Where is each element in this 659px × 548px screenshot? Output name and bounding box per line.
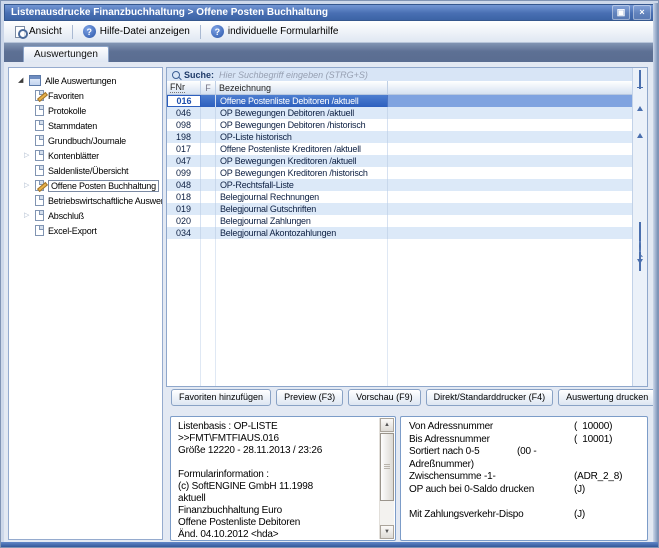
table-row[interactable]: 098 OP Bewegungen Debitoren /historisch — [167, 119, 632, 131]
form-info-panel: Listenbasis : OP-LISTE >>FMT\FMTFIAUS.01… — [170, 416, 396, 541]
parameter-line: Adreßnummer) — [409, 459, 647, 472]
edit-document-icon — [35, 180, 44, 191]
ansicht-button[interactable]: Ansicht — [8, 23, 69, 41]
parameter-line: Sortiert nach 0-5 (00 - — [409, 446, 647, 459]
titlebar: Listenausdrucke Finanzbuchhaltung > Offe… — [4, 4, 655, 21]
document-icon — [35, 150, 44, 161]
tree-item-favoriten[interactable]: Favoriten — [9, 88, 162, 103]
scroll-to-top-icon[interactable] — [637, 87, 643, 107]
hilfe-datei-button[interactable]: Hilfe-Datei anzeigen — [76, 23, 197, 41]
scrollbar-down-button[interactable]: ▼ — [380, 525, 394, 539]
tree-root-alle-auswertungen[interactable]: ◢ Alle Auswertungen — [9, 73, 162, 88]
vorschau-button[interactable]: Vorschau (F9) — [348, 389, 421, 406]
parameter-line: OP auch bei 0-Saldo drucken (J) — [409, 484, 647, 497]
column-header-empty[interactable] — [388, 81, 632, 94]
hilfe-datei-label: Hilfe-Datei anzeigen — [100, 26, 190, 37]
table-row[interactable]: 046 OP Bewegungen Debitoren /aktuell — [167, 107, 632, 119]
tab-strip: Auswertungen — [4, 43, 655, 62]
document-icon — [35, 195, 44, 206]
evaluations-tree-panel: ◢ Alle Auswertungen Favoriten Protokolle… — [8, 67, 163, 540]
search-icon — [172, 71, 180, 79]
column-header-f[interactable]: F — [201, 81, 216, 94]
parameter-line: Bis Adressnummer ( 10001) — [409, 434, 647, 447]
parameter-line: Von Adressnummer ( 10000) — [409, 421, 647, 434]
tree-item-grundbuch-journale[interactable]: Grundbuch/Journale — [9, 133, 162, 148]
table-side-toolbar — [632, 68, 647, 386]
form-info-text: Listenbasis : OP-LISTE >>FMT\FMTFIAUS.01… — [178, 421, 377, 537]
direct-printer-button[interactable]: Direkt/Standarddrucker (F4) — [426, 389, 554, 406]
all-evaluations-icon — [29, 75, 41, 86]
document-icon — [35, 165, 44, 176]
window-bottom-edge — [1, 542, 658, 547]
parameter-line: Mit Zahlungsverkehr-Dispo (J) — [409, 509, 647, 522]
table-row[interactable]: 018 Belegjournal Rechnungen — [167, 191, 632, 203]
window-title: Listenausdrucke Finanzbuchhaltung > Offe… — [11, 7, 609, 18]
add-favorites-button[interactable]: Favoriten hinzufügen — [171, 389, 271, 406]
preview-button[interactable]: Preview (F3) — [276, 389, 343, 406]
column-header-bezeichnung[interactable]: Bezeichnung — [216, 81, 388, 94]
parameter-line — [409, 496, 647, 509]
action-button-row: Favoriten hinzufügen Preview (F3) Vorsch… — [171, 389, 656, 406]
scroll-up-icon[interactable] — [637, 116, 643, 134]
document-icon — [35, 210, 44, 221]
tree-collapsed-icon: ▷ — [24, 212, 35, 219]
toolbar: Ansicht Hilfe-Datei anzeigen individuell… — [4, 21, 655, 43]
document-icon — [35, 105, 44, 116]
parameter-line: Zwischensumme -1- (ADR_2_8) — [409, 471, 647, 484]
tree-item-excel-export[interactable]: Excel-Export — [9, 223, 162, 238]
toolbar-separator — [200, 25, 201, 39]
search-input[interactable]: Suche: Hier Suchbegriff eingeben (STRG+S… — [167, 68, 632, 82]
selected-tree-label: Offene Posten Buchhaltung — [48, 180, 159, 192]
parameters-panel: Von Adressnummer ( 10000) Bis Adressnumm… — [400, 416, 648, 541]
tree-item-offene-posten-buchhaltung[interactable]: ▷ Offene Posten Buchhaltung — [9, 178, 162, 193]
preview-icon — [15, 26, 25, 38]
toolbar-separator — [72, 25, 73, 39]
table-row[interactable]: 019 Belegjournal Gutschriften — [167, 203, 632, 215]
document-icon — [35, 135, 44, 146]
table-row[interactable]: 020 Belegjournal Zahlungen — [167, 215, 632, 227]
close-button[interactable]: × — [633, 5, 651, 20]
table-empty-area — [167, 239, 632, 386]
forms-table-panel: Suche: Hier Suchbegriff eingeben (STRG+S… — [166, 67, 648, 387]
table-row[interactable]: 048 OP-Rechtsfall-Liste — [167, 179, 632, 191]
document-icon — [35, 225, 44, 236]
search-placeholder: Hier Suchbegriff eingeben (STRG+S) — [219, 70, 368, 80]
scrollbar-up-button[interactable]: ▲ — [380, 418, 394, 432]
favorites-icon — [35, 90, 44, 101]
main-content: ◢ Alle Auswertungen Favoriten Protokolle… — [4, 62, 654, 542]
table-row[interactable]: 034 Belegjournal Akontozahlungen — [167, 227, 632, 239]
help-icon — [83, 25, 96, 38]
tree-item-betriebswirtschaftliche-auswertungen[interactable]: Betriebswirtschaftliche Auswertungen — [9, 193, 162, 208]
print-evaluation-button[interactable]: Auswertung drucken — [558, 389, 656, 406]
table-row[interactable]: 047 OP Bewegungen Kreditoren /aktuell — [167, 155, 632, 167]
table-header-row: FNr F Bezeichnung — [167, 81, 632, 95]
table-row[interactable]: 198 OP-Liste historisch — [167, 131, 632, 143]
tree-item-abschluss[interactable]: ▷ Abschluß — [9, 208, 162, 223]
info-scrollbar[interactable]: ▲ ▼ — [379, 418, 394, 539]
ansicht-label: Ansicht — [29, 26, 62, 37]
window-right-edge — [653, 3, 658, 547]
document-icon — [35, 120, 44, 131]
tree-collapsed-icon: ▷ — [24, 182, 35, 189]
tree-item-saldenliste-uebersicht[interactable]: Saldenliste/Übersicht — [9, 163, 162, 178]
help-icon — [211, 25, 224, 38]
search-label: Suche: — [184, 70, 214, 80]
column-header-fnr[interactable]: FNr — [167, 81, 201, 94]
restore-button[interactable]: ▣ — [612, 5, 630, 20]
formularhilfe-button[interactable]: individuelle Formularhilfe — [204, 23, 346, 41]
table-row[interactable]: 017 Offene Postenliste Kreditoren /aktue… — [167, 143, 632, 155]
tree-expanded-icon: ◢ — [18, 77, 29, 84]
forms-grid: FNr F Bezeichnung 016 Offene Postenliste… — [167, 81, 632, 386]
formularhilfe-label: individuelle Formularhilfe — [228, 26, 339, 37]
tree-item-kontenblaetter[interactable]: ▷ Kontenblätter — [9, 148, 162, 163]
table-row-selected[interactable]: 016 Offene Postenliste Debitoren /aktuel… — [167, 95, 632, 107]
tab-auswertungen[interactable]: Auswertungen — [23, 46, 109, 62]
filter-icon[interactable] — [637, 264, 643, 282]
tree-item-protokolle[interactable]: Protokolle — [9, 103, 162, 118]
app-window: Listenausdrucke Finanzbuchhaltung > Offe… — [0, 0, 659, 548]
scrollbar-thumb[interactable] — [380, 433, 394, 501]
table-row[interactable]: 099 OP Bewegungen Kreditoren /historisch — [167, 167, 632, 179]
tree-collapsed-icon: ▷ — [24, 152, 35, 159]
tree-item-stammdaten[interactable]: Stammdaten — [9, 118, 162, 133]
